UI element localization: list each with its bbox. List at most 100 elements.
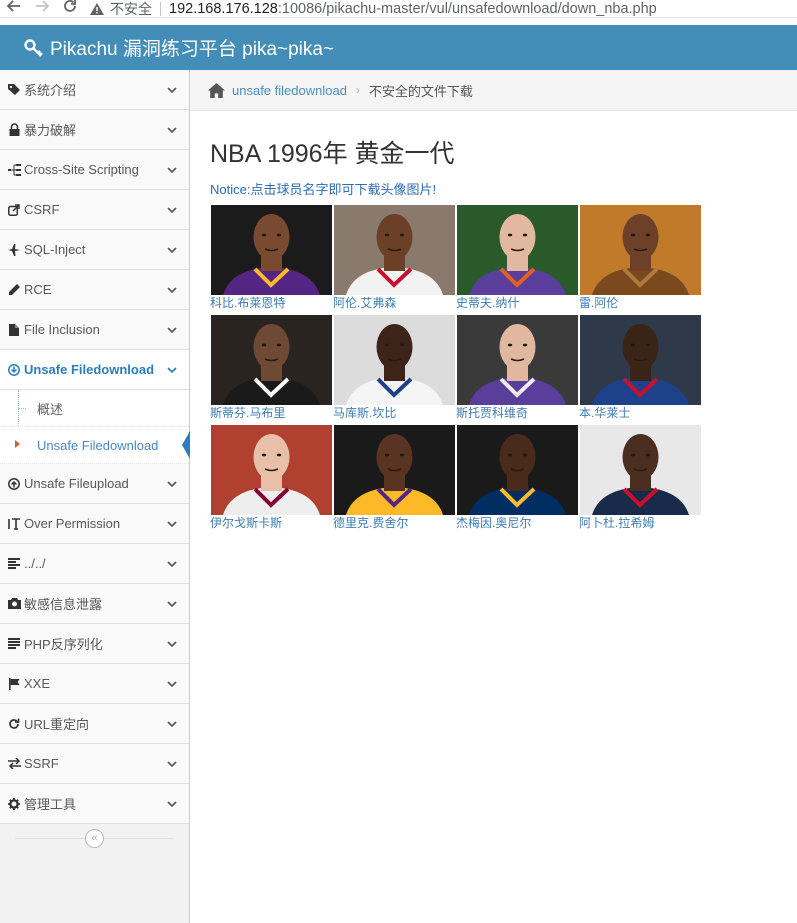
player-grid: 科比.布莱恩特 阿伦.艾弗森 史蒂夫.纳什 雷.阿伦斯蒂芬.马布里 马库斯.坎比 斯托贾科… bbox=[210, 204, 702, 534]
player-photo bbox=[211, 315, 332, 405]
insecure-label[interactable]: 不安全 bbox=[110, 0, 152, 19]
player-name-download-link[interactable]: 阿伦.艾弗森 bbox=[333, 295, 396, 311]
repeat-icon bbox=[7, 717, 21, 731]
sidebar-item-label: Over Permission bbox=[24, 516, 121, 531]
breadcrumb-link[interactable]: unsafe filedownload bbox=[232, 83, 347, 98]
double-chevron-left-icon[interactable]: « bbox=[85, 829, 104, 848]
sidebar-item-unsafe-filedownload[interactable]: Unsafe Filedownload bbox=[0, 350, 189, 390]
sidebar: 系统介绍暴力破解 Cross-Site Scripting CSRF SQL-Inje… bbox=[0, 70, 190, 923]
sidebar-item-label: SQL-Inject bbox=[24, 242, 86, 257]
sidebar-item-sql-inject[interactable]: SQL-Inject bbox=[0, 230, 189, 270]
sidebar-item-xxe[interactable]: XXE bbox=[0, 664, 189, 704]
player-card: 阿伦.艾弗森 bbox=[333, 204, 456, 314]
player-name-download-link[interactable]: 史蒂夫.纳什 bbox=[456, 295, 519, 311]
sidebar-item-url[interactable]: URL重定向 bbox=[0, 704, 189, 744]
chevron-down-icon bbox=[167, 323, 177, 334]
sidebar-collapse-row: « bbox=[0, 824, 189, 852]
upload-icon bbox=[7, 477, 21, 491]
camera-icon bbox=[7, 597, 21, 611]
back-arrow-icon[interactable] bbox=[0, 0, 28, 18]
player-name-download-link[interactable]: 杰梅因.奥尼尔 bbox=[456, 515, 531, 531]
chevron-down-icon bbox=[167, 243, 177, 254]
sidebar-item-label: 暴力破解 bbox=[24, 123, 77, 138]
main-content: NBA 1996年 黄金一代 Notice:点击球员名字即可下载头像图片! 科比… bbox=[210, 111, 702, 534]
sidebar-item-11[interactable]: 敏感信息泄露 bbox=[0, 584, 189, 624]
player-photo bbox=[211, 425, 332, 515]
sidebar-item-php[interactable]: PHP反序列化 bbox=[0, 624, 189, 664]
player-card: 阿卜杜.拉希姆 bbox=[579, 424, 702, 534]
player-card: 伊尔戈斯卡斯 bbox=[210, 424, 333, 534]
key-icon bbox=[24, 38, 43, 57]
player-name-download-link[interactable]: 斯托贾科维奇 bbox=[456, 405, 528, 421]
sidebar-item-label: CSRF bbox=[24, 202, 60, 217]
sidebar-item-unsafe-fileupload[interactable]: Unsafe Fileupload bbox=[0, 464, 189, 504]
submenu-item-0[interactable]: 概述 bbox=[0, 390, 189, 427]
forward-arrow-icon[interactable] bbox=[28, 0, 56, 18]
chevron-down-icon bbox=[167, 797, 177, 808]
player-name-download-link[interactable]: 阿卜杜.拉希姆 bbox=[579, 515, 654, 531]
flag-icon bbox=[7, 677, 21, 691]
player-card: 德里克.费舍尔 bbox=[333, 424, 456, 534]
url-path: :10086/pikachu-master/vul/unsafedownload… bbox=[277, 0, 657, 17]
player-card: 马库斯.坎比 bbox=[333, 314, 456, 424]
chevron-down-icon bbox=[167, 83, 177, 94]
sidebar-item-label: PHP反序列化 bbox=[24, 637, 103, 652]
url-field[interactable]: 192.168.176.128:10086/pikachu-master/vul… bbox=[169, 1, 657, 17]
sidebar-item-label: 敏感信息泄露 bbox=[24, 597, 103, 612]
breadcrumb: unsafe filedownload › 不安全的文件下载 bbox=[190, 70, 797, 111]
player-photo bbox=[457, 205, 578, 295]
chevron-down-icon bbox=[167, 757, 177, 768]
sidebar-item-rce[interactable]: RCE bbox=[0, 270, 189, 310]
player-photo bbox=[334, 425, 455, 515]
reload-icon[interactable] bbox=[56, 0, 84, 18]
player-photo bbox=[580, 315, 701, 405]
player-name-download-link[interactable]: 马库斯.坎比 bbox=[333, 405, 396, 421]
submenu-item-label: 概述 bbox=[37, 401, 64, 417]
player-name-download-link[interactable]: 斯蒂芬.马布里 bbox=[210, 405, 285, 421]
player-photo bbox=[580, 425, 701, 515]
submenu-item-1[interactable]: Unsafe Filedownload bbox=[0, 427, 190, 464]
sidebar-item-16[interactable]: 管理工具 bbox=[0, 784, 189, 824]
sidebar-item-csrf[interactable]: CSRF bbox=[0, 190, 189, 230]
chevron-down-icon bbox=[167, 677, 177, 688]
app-title[interactable]: Pikachu 漏洞练习平台 pika~pika~ bbox=[50, 34, 334, 61]
player-photo bbox=[457, 315, 578, 405]
sidebar-item-cross-site-scripting[interactable]: Cross-Site Scripting bbox=[0, 150, 189, 190]
player-name-download-link[interactable]: 科比.布莱恩特 bbox=[210, 295, 285, 311]
text-height-icon bbox=[7, 517, 21, 531]
sidebar-item-label: File Inclusion bbox=[24, 322, 100, 337]
chevron-down-icon bbox=[167, 477, 177, 488]
sidebar-item-ssrf[interactable]: SSRF bbox=[0, 744, 189, 784]
player-photo bbox=[334, 315, 455, 405]
sidebar-nav: 系统介绍暴力破解 Cross-Site Scripting CSRF SQL-Inje… bbox=[0, 70, 190, 824]
sidebar-item-label: 管理工具 bbox=[24, 797, 77, 812]
file-icon bbox=[7, 323, 21, 337]
sidebar-item-over-permission[interactable]: Over Permission bbox=[0, 504, 189, 544]
chevron-down-icon bbox=[167, 283, 177, 294]
player-name-download-link[interactable]: 本.华莱士 bbox=[579, 405, 630, 421]
player-photo bbox=[457, 425, 578, 515]
player-card: 斯蒂芬.马布里 bbox=[210, 314, 333, 424]
player-name-download-link[interactable]: 德里克.费舍尔 bbox=[333, 515, 408, 531]
player-card: 杰梅因.奥尼尔 bbox=[456, 424, 579, 534]
exchange-icon bbox=[7, 757, 21, 771]
player-name-download-link[interactable]: 雷.阿伦 bbox=[579, 295, 618, 311]
player-name-download-link[interactable]: 伊尔戈斯卡斯 bbox=[210, 515, 282, 531]
chevron-down-icon bbox=[167, 363, 177, 374]
sidebar-item-file-inclusion[interactable]: File Inclusion bbox=[0, 310, 189, 350]
sidebar-item-10[interactable]: ../../ bbox=[0, 544, 189, 584]
submenu-item-label: Unsafe Filedownload bbox=[37, 437, 159, 453]
plane-icon bbox=[7, 243, 21, 257]
sidebar-item-1[interactable]: 暴力破解 bbox=[0, 110, 189, 150]
sidebar-item-label: ../../ bbox=[24, 556, 46, 571]
chevron-down-icon bbox=[167, 597, 177, 608]
sidebar-item-0[interactable]: 系统介绍 bbox=[0, 70, 189, 110]
chevron-down-icon bbox=[167, 557, 177, 568]
chevron-down-icon bbox=[167, 163, 177, 174]
player-card: 科比.布莱恩特 bbox=[210, 204, 333, 314]
warning-icon[interactable] bbox=[90, 2, 104, 15]
app-header: Pikachu 漏洞练习平台 pika~pika~ bbox=[0, 25, 797, 70]
chevron-down-icon bbox=[167, 637, 177, 648]
sidebar-item-label: Cross-Site Scripting bbox=[24, 162, 139, 177]
player-card: 雷.阿伦 bbox=[579, 204, 702, 314]
